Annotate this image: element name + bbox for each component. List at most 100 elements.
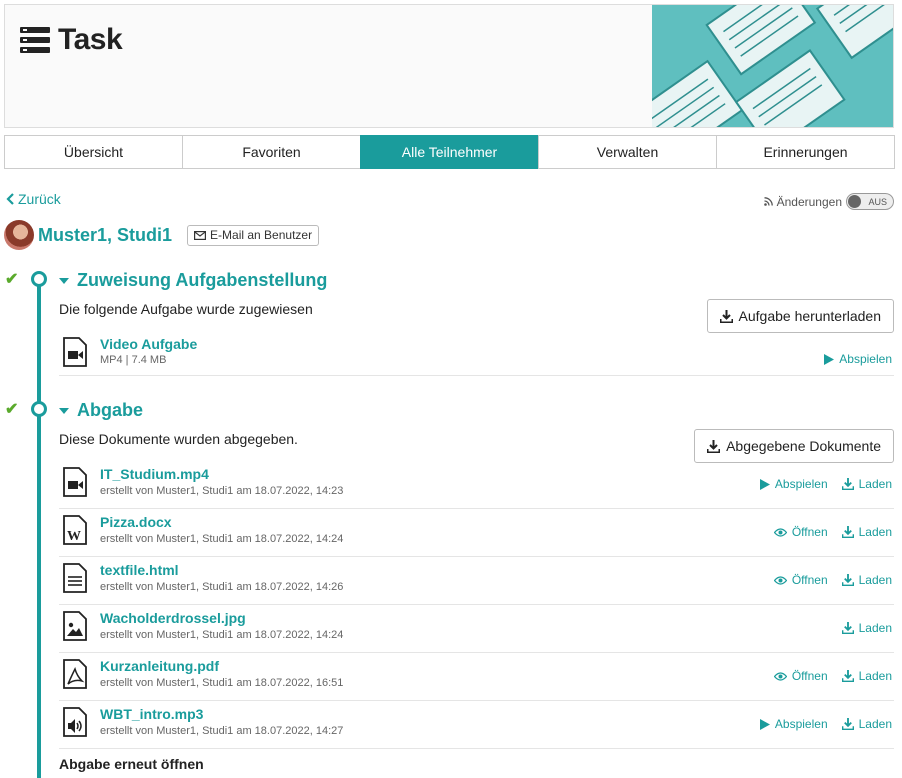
section-assignment-label: Zuweisung Aufgabenstellung [77,270,328,290]
check-icon: ✔ [5,271,19,288]
submission-description: Diese Dokumente wurden abgegeben. [59,431,298,447]
file-actions: Öffnen Laden [773,573,892,587]
download-button[interactable]: Laden [841,477,892,491]
open-button[interactable]: Öffnen [773,573,828,587]
play-button[interactable]: Abspielen [759,717,828,731]
task-list-icon [20,27,50,53]
tab-overview[interactable]: Übersicht [4,135,183,169]
open-button[interactable]: Öffnen [773,525,828,539]
section-assignment-title[interactable]: Zuweisung Aufgabenstellung [59,270,327,291]
changes-toggle[interactable]: AUS [846,193,894,210]
file-row: IT_Studium.mp4 erstellt von Muster1, Stu… [59,461,894,509]
rss-icon [763,197,773,206]
email-user-button[interactable]: E-Mail an Benutzer [187,224,320,246]
file-row: Kurzanleitung.pdf erstellt von Muster1, … [59,653,894,701]
download-button[interactable]: Laden [841,669,892,683]
open-label: Öffnen [791,525,828,539]
play-icon [759,718,770,730]
tab-all-participants[interactable]: Alle Teilnehmer [360,135,539,169]
download-label: Laden [858,669,892,683]
file-actions: Öffnen Laden [773,669,892,683]
tab-favorites[interactable]: Favoriten [182,135,361,169]
download-button[interactable]: Laden [841,525,892,539]
download-icon [707,439,721,453]
file-meta: erstellt von Muster1, Studi1 am 18.07.20… [100,629,344,641]
eye-icon [773,671,787,681]
title-wrap: Task [20,23,123,57]
chevron-left-icon [6,193,15,205]
file-actions: Abspielen Laden [759,477,892,491]
tab-reminders[interactable]: Erinnerungen [716,135,895,169]
download-label: Laden [858,573,892,587]
reopen-submission-label: Abgabe erneut öffnen [59,756,204,772]
file-name[interactable]: Kurzanleitung.pdf [100,658,219,674]
file-name[interactable]: Video Aufgabe [100,336,197,352]
audio-file-icon [63,707,87,737]
file-meta: erstellt von Muster1, Studi1 am 18.07.20… [100,725,344,737]
open-button[interactable]: Öffnen [773,669,828,683]
caret-down-icon [59,407,69,414]
header-banner-image [652,5,893,127]
file-name[interactable]: textfile.html [100,562,179,578]
section-submission-title[interactable]: Abgabe [59,400,143,421]
file-actions: Laden [841,621,892,635]
file-name[interactable]: IT_Studium.mp4 [100,466,209,482]
file-name[interactable]: Pizza.docx [100,514,172,530]
download-button[interactable]: Laden [841,621,892,635]
user-name[interactable]: Muster1, Studi1 [38,225,172,246]
email-button-label: E-Mail an Benutzer [210,228,313,242]
file-name[interactable]: Wacholderdrossel.jpg [100,610,246,626]
changes-label: Änderungen [776,194,842,209]
svg-text:W: W [67,529,81,544]
assignment-file-row: Video Aufgabe MP4 | 7.4 MB Abspielen [59,331,894,376]
play-label: Abspielen [774,717,828,731]
file-name[interactable]: WBT_intro.mp3 [100,706,203,722]
file-actions: Abspielen Laden [759,717,892,731]
video-file-icon [63,467,87,497]
play-icon [824,353,835,365]
eye-icon [773,575,787,585]
back-link-label: Zurück [18,191,61,207]
video-file-icon [63,337,87,367]
file-meta: MP4 | 7.4 MB [100,354,167,366]
download-assignment-button[interactable]: Aufgabe herunterladen [706,299,894,333]
toggle-knob [848,195,861,208]
file-meta: erstellt von Muster1, Studi1 am 18.07.20… [100,677,344,689]
file-actions: Öffnen Laden [773,525,892,539]
tab-manage[interactable]: Verwalten [538,135,717,169]
download-icon [841,574,854,586]
download-button[interactable]: Laden [841,717,892,731]
download-icon [841,622,854,634]
play-icon [759,478,770,490]
download-label: Laden [858,717,892,731]
play-button[interactable]: Abspielen [824,352,892,366]
file-row: WBT_intro.mp3 erstellt von Muster1, Stud… [59,701,894,749]
text-file-icon [63,563,87,593]
envelope-icon [194,230,207,240]
download-button[interactable]: Laden [841,573,892,587]
file-actions: Abspielen [824,352,892,366]
eye-icon [773,527,787,537]
file-row: textfile.html erstellt von Muster1, Stud… [59,557,894,605]
open-label: Öffnen [791,573,828,587]
download-icon [841,526,854,538]
back-link[interactable]: Zurück [6,191,61,207]
download-icon [841,718,854,730]
play-button[interactable]: Abspielen [759,477,828,491]
submitted-documents-button[interactable]: Abgegebene Dokumente [694,429,894,463]
file-meta: erstellt von Muster1, Studi1 am 18.07.20… [100,485,344,497]
section-submission-label: Abgabe [77,400,144,420]
timeline-node [31,401,47,417]
file-meta: erstellt von Muster1, Studi1 am 18.07.20… [100,533,344,545]
download-icon [841,478,854,490]
check-icon: ✔ [5,401,19,418]
download-assignment-label: Aufgabe herunterladen [738,308,881,324]
file-row: Wacholderdrossel.jpg erstellt von Muster… [59,605,894,653]
page-title: Task [58,23,123,56]
caret-down-icon [59,277,69,284]
user-header: Muster1, Studi1 E-Mail an Benutzer [4,220,320,250]
timeline-line [37,286,41,778]
download-label: Laden [858,525,892,539]
image-file-icon [63,611,87,641]
file-meta: erstellt von Muster1, Studi1 am 18.07.20… [100,581,344,593]
